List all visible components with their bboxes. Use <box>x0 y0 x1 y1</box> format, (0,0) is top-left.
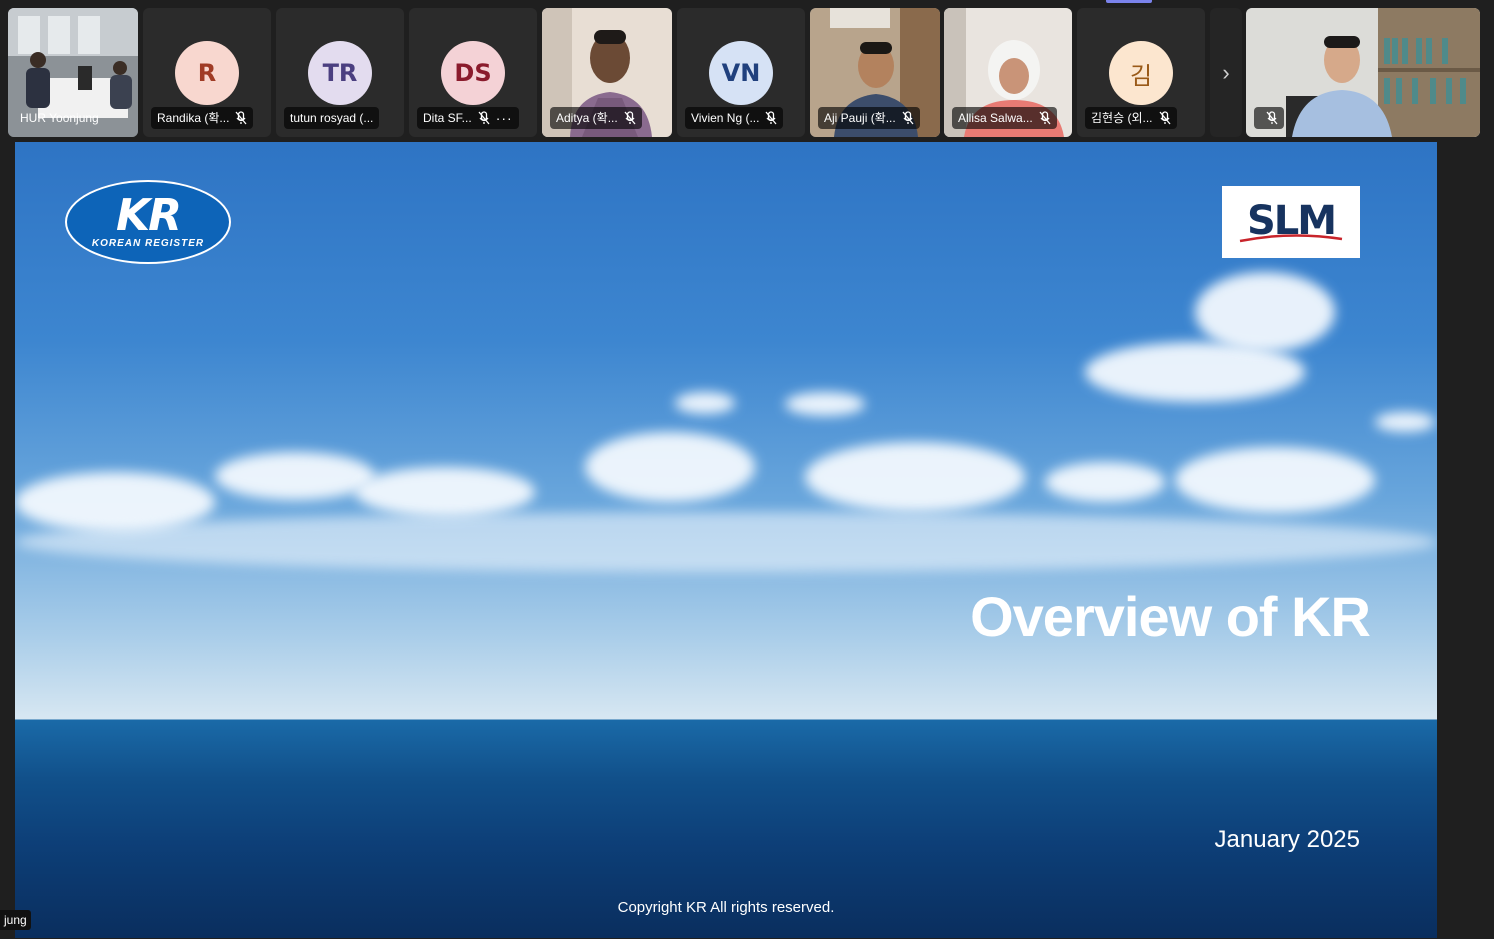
avatar: 김 <box>1109 41 1173 105</box>
kr-logo-mark: KR <box>116 189 182 241</box>
cloud <box>215 452 375 500</box>
cloud <box>805 442 1025 512</box>
participant-nameplate: tutun rosyad (... <box>284 107 380 129</box>
mic-muted-icon <box>235 111 247 125</box>
mic-muted-icon <box>624 111 636 125</box>
kr-logo-text: KOREAN REGISTER <box>91 237 205 249</box>
next-participants-button[interactable]: › <box>1210 8 1242 137</box>
participant-nameplate: Vivien Ng (... <box>685 107 784 129</box>
mic-muted-icon <box>765 111 777 125</box>
slide-copyright: Copyright KR All rights reserved. <box>617 899 835 916</box>
pinned-participant-label: jung <box>0 910 31 930</box>
avatar-initials: 김 <box>1129 61 1153 90</box>
participant-tile[interactable]: DS Dita SF... ··· <box>409 8 537 137</box>
avatar-initials: R <box>197 59 217 87</box>
cloud <box>355 467 535 517</box>
participant-tile[interactable]: R Randika (확... <box>143 8 271 137</box>
participant-tile[interactable]: 김 김현승 (외... <box>1077 8 1205 137</box>
participant-tile[interactable]: Allisa Salwa... <box>944 8 1072 137</box>
kr-logo: KR KOREAN REGISTER <box>65 180 231 264</box>
avatar: DS <box>441 41 505 105</box>
cloud <box>1045 462 1165 502</box>
mic-muted-icon <box>902 111 914 125</box>
participant-nameplate: Allisa Salwa... <box>952 107 1057 129</box>
cloud <box>585 432 755 502</box>
avatar-initials: DS <box>454 59 492 87</box>
mic-muted-icon <box>1039 111 1051 125</box>
participant-name: 김현승 (외... <box>1091 111 1153 125</box>
participant-name: tutun rosyad (... <box>290 111 374 125</box>
participant-nameplate: Aji Pauji (확... <box>818 107 920 129</box>
participant-name: Randika (확... <box>157 111 230 125</box>
shared-slide: KR KOREAN REGISTER SLM Overview of KR Ja… <box>15 142 1437 938</box>
participant-nameplate: Randika (확... <box>151 107 254 129</box>
cloud <box>15 512 1437 572</box>
active-indicator <box>1106 0 1152 3</box>
participant-name: HUR Yoonjung <box>20 111 99 125</box>
avatar: VN <box>709 41 773 105</box>
participant-nameplate: HUR Yoonjung <box>14 107 105 129</box>
mic-muted-icon <box>1266 111 1278 125</box>
cloud <box>675 392 735 414</box>
participant-name: Aji Pauji (확... <box>824 111 896 125</box>
participant-tile[interactable]: Aji Pauji (확... <box>810 8 940 137</box>
avatar: TR <box>308 41 372 105</box>
participant-nameplate: Aditya (확... <box>550 107 642 129</box>
participant-tile[interactable]: TR tutun rosyad (... <box>276 8 404 137</box>
more-options-icon[interactable]: ··· <box>496 107 513 129</box>
participant-tile-self[interactable] <box>1246 8 1480 137</box>
participant-nameplate <box>1254 107 1284 129</box>
participant-name: Vivien Ng (... <box>691 111 760 125</box>
participant-nameplate: Dita SF... ··· <box>417 107 519 129</box>
slm-logo: SLM <box>1222 186 1360 258</box>
avatar-initials: TR <box>322 59 358 87</box>
chevron-right-icon: › <box>1222 59 1230 85</box>
cloud <box>785 392 865 416</box>
participant-name: Allisa Salwa... <box>958 111 1033 125</box>
mic-muted-icon <box>1159 111 1171 125</box>
participant-tile[interactable]: VN Vivien Ng (... <box>677 8 805 137</box>
participant-name: Dita SF... <box>423 111 472 125</box>
cloud <box>1175 447 1375 513</box>
avatar-initials: VN <box>721 59 761 87</box>
participant-tile[interactable]: Aditya (확... <box>542 8 672 137</box>
slide-title: Overview of KR <box>970 585 1371 648</box>
participant-strip: HUR Yoonjung R Randika (확... TR tutun ro… <box>0 0 1494 142</box>
mic-muted-icon <box>478 111 490 125</box>
slide-date: January 2025 <box>1214 826 1360 853</box>
slm-swoosh-icon <box>1239 234 1343 243</box>
participant-name: Aditya (확... <box>556 111 618 125</box>
avatar: R <box>175 41 239 105</box>
cloud <box>1375 412 1435 432</box>
participant-tile[interactable]: HUR Yoonjung <box>8 8 138 137</box>
cloud <box>1195 272 1335 352</box>
participant-nameplate: 김현승 (외... <box>1085 107 1177 129</box>
